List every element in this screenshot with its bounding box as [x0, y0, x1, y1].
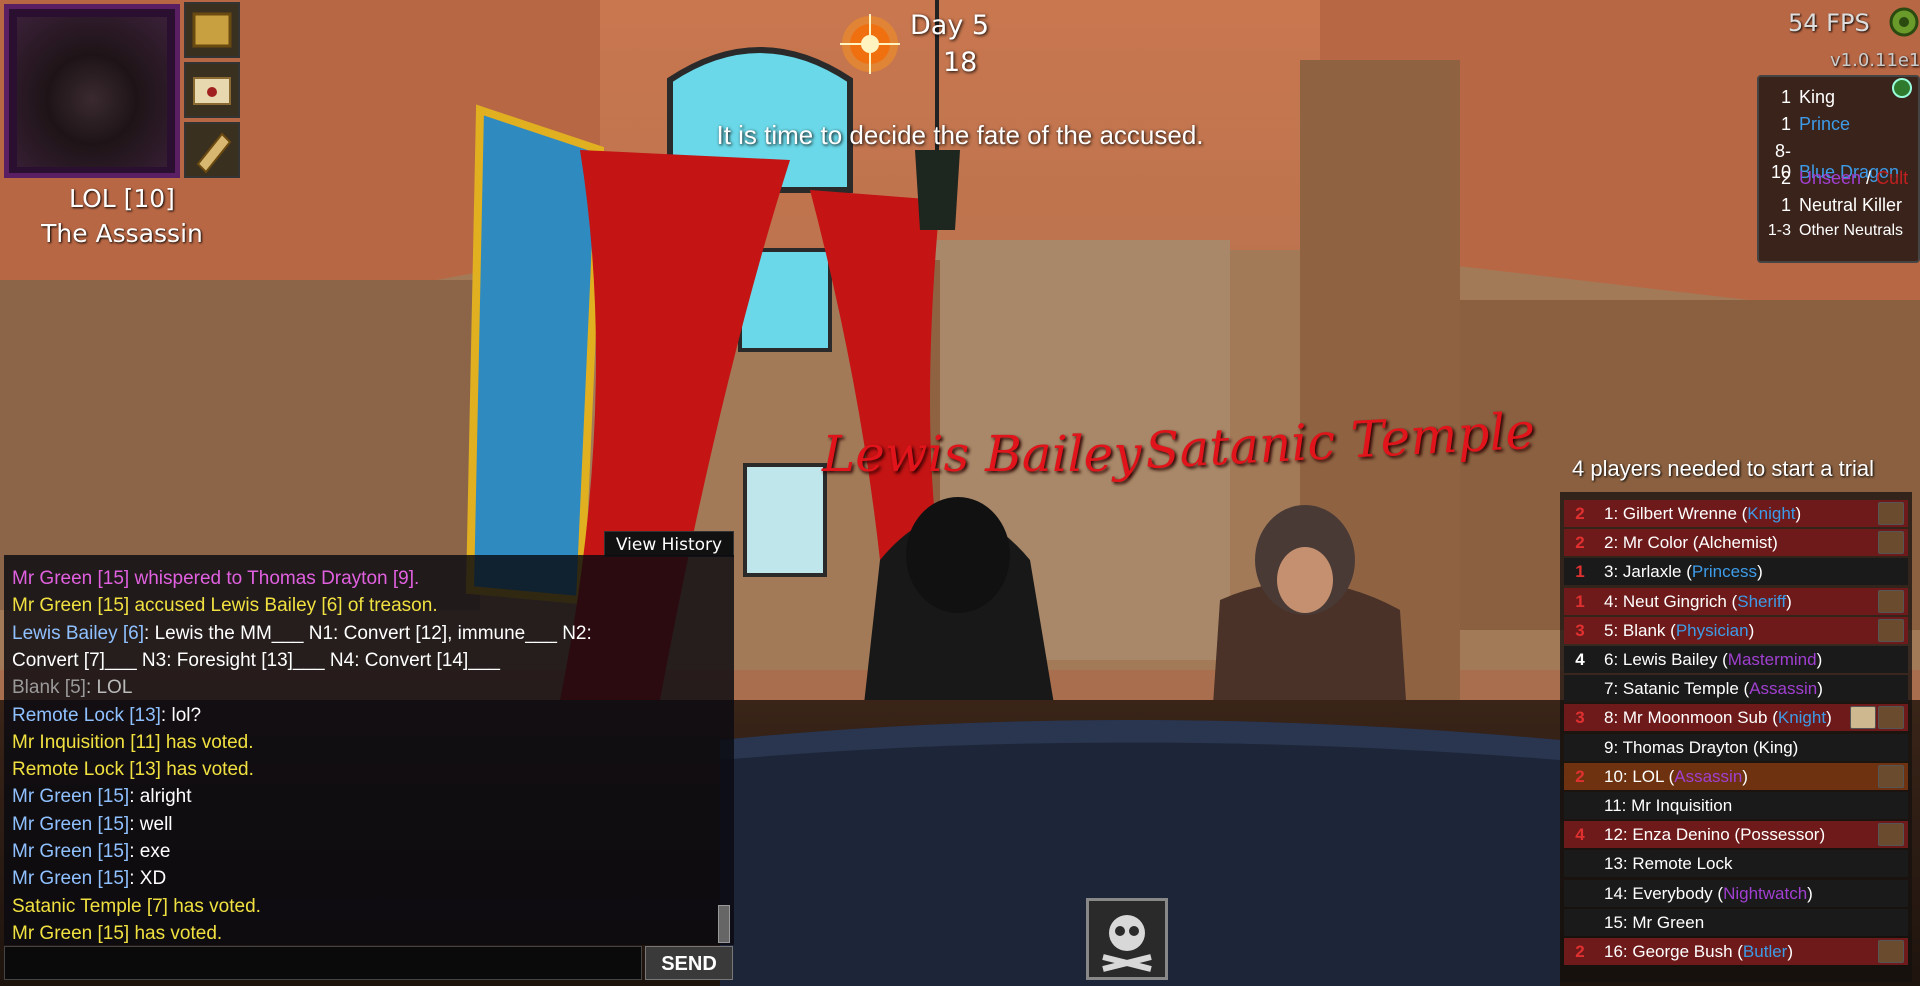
player-name: 2: Mr Color (Alchemist)	[1604, 533, 1778, 553]
chat-message: Blank [5]: LOL	[12, 677, 133, 699]
day-counter: Day 5	[910, 10, 990, 41]
role-list-panel: 1 King 1 Prince 8-10 Blue Dragon 2 Unseen / …	[1757, 75, 1920, 263]
journal-icon[interactable]	[184, 2, 240, 58]
chat-message: Mr Green [15] whispered to Thomas Drayto…	[12, 568, 420, 589]
player-name: 16: George Bush (Butler)	[1604, 942, 1794, 961]
fps-counter: 54 FPS	[1788, 9, 1870, 37]
player-row[interactable]: 2 2: Mr Color (Alchemist)	[1564, 529, 1908, 557]
player-row[interactable]: 3 5: Blank (Physician)	[1564, 616, 1908, 644]
close-icon[interactable]	[1892, 78, 1912, 98]
skull-crossbones-icon[interactable]	[1086, 898, 1168, 980]
player-row[interactable]: 13: Remote Lock	[1564, 850, 1908, 878]
vote-count: 2	[1575, 766, 1585, 786]
vote-count: 2	[1575, 942, 1585, 961]
vote-count: 1	[1575, 562, 1585, 582]
chat-message: Mr Green [15]: XD	[12, 868, 167, 890]
player-name: 15: Mr Green	[1604, 912, 1705, 932]
player-portrait	[4, 4, 180, 178]
scroll-icon[interactable]	[184, 122, 240, 178]
player-row[interactable]: 2 16: George Bush (Butler)	[1564, 938, 1908, 965]
player-name: 6: Lewis Bailey (Mastermind)	[1604, 650, 1823, 669]
chat-message: Mr Green [15]: exe	[12, 841, 171, 862]
chat-message: Mr Inquisition [11] has voted.	[12, 731, 254, 753]
player-row[interactable]: 9: Thomas Drayton (King)	[1564, 733, 1908, 761]
chat-message: Mr Green [15]: well	[12, 813, 173, 835]
player-row[interactable]: 15: Mr Green	[1564, 908, 1908, 936]
role-list-row: 2 Unseen / Cult	[1780, 168, 1909, 188]
player-name: 12: Enza Denino (Possessor)	[1604, 825, 1826, 845]
journal-icon[interactable]	[1878, 502, 1904, 525]
chat-message: Mr Green [15]: alright	[12, 786, 192, 808]
player-name: 5: Blank (Physician)	[1604, 620, 1755, 640]
player-role: The Assassin	[41, 219, 203, 248]
player-name: 8: Mr Moonmoon Sub (Knight)	[1604, 708, 1832, 728]
journal-icon[interactable]	[1878, 764, 1904, 788]
assassin-avatar	[17, 17, 167, 167]
journal-icon[interactable]	[1878, 531, 1904, 555]
player-name: LOL [10]	[69, 184, 175, 213]
player-row[interactable]: 2 10: LOL (Assassin)	[1564, 762, 1908, 790]
game-viewport: LOL [10] The Assassin Day 5 18 It is tim…	[0, 0, 1920, 986]
version-label: v1.0.11e1	[1830, 50, 1920, 71]
chat-message: Remote Lock [13] has voted.	[12, 759, 254, 781]
journal-icon[interactable]	[1878, 618, 1904, 642]
chat-message: Convert [7]___ N3: Foresight [13]___ N4:…	[12, 649, 500, 671]
vote-count: 4	[1575, 650, 1585, 669]
player-name: 4: Neut Gingrich (Sheriff)	[1604, 591, 1792, 611]
player-row[interactable]: 1 4: Neut Gingrich (Sheriff)	[1564, 587, 1908, 615]
player-name: 1: Gilbert Wrenne (Knight)	[1604, 504, 1802, 523]
player-name: 9: Thomas Drayton (King)	[1604, 737, 1799, 757]
trial-status: 4 players needed to start a trial	[1572, 456, 1875, 481]
vote-count: 3	[1575, 708, 1585, 728]
vote-count: 4	[1575, 825, 1585, 845]
player-name: 7: Satanic Temple (Assassin)	[1604, 679, 1823, 699]
chat-message: Mr Green [15] accused Lewis Bailey [6] o…	[12, 595, 438, 617]
role-list-row: 1 Neutral Killer	[1780, 195, 1903, 215]
player-row[interactable]: 1 3: Jarlaxle (Princess)	[1564, 558, 1908, 586]
player-row[interactable]: 7: Satanic Temple (Assassin)	[1564, 675, 1908, 703]
vote-count: 1	[1575, 591, 1585, 611]
chat-input[interactable]	[4, 946, 642, 980]
chat-message: Satanic Temple [7] has voted.	[12, 895, 261, 917]
player-name: 10: LOL (Assassin)	[1604, 766, 1748, 786]
journal-icon[interactable]	[1878, 940, 1904, 963]
role-list-row: 1 Prince	[1780, 114, 1851, 134]
journal-icon[interactable]	[1878, 823, 1904, 847]
player-row[interactable]: 4 6: Lewis Bailey (Mastermind)	[1564, 646, 1908, 673]
role-list-row: 1-3 Other Neutrals	[1767, 222, 1904, 239]
player-row[interactable]: 3 8: Mr Moonmoon Sub (Knight)	[1564, 704, 1908, 732]
chat-log: Mr Green [15] whispered to Thomas Drayto…	[4, 555, 734, 945]
letter-icon[interactable]	[184, 62, 240, 118]
chat-message: Lewis Bailey [6]: Lewis the MM___ N1: Co…	[12, 622, 592, 644]
view-history-button[interactable]: View History	[604, 531, 734, 557]
accused-name-label: Lewis Bailey	[822, 425, 1142, 483]
chat-message: Remote Lock [13]: lol?	[12, 704, 202, 726]
player-row[interactable]: 2 1: Gilbert Wrenne (Knight)	[1564, 500, 1908, 527]
chat-message: Mr Green [15] has voted.	[12, 922, 223, 944]
gear-icon[interactable]	[1888, 6, 1920, 38]
phase-announcement: It is time to decide the fate of the acc…	[716, 120, 1204, 150]
player-row[interactable]: 14: Everybody (Nightwatch)	[1564, 879, 1908, 907]
vote-count: 3	[1575, 620, 1585, 640]
player-name: 11: Mr Inquisition	[1604, 796, 1733, 815]
player-list: 2 1: Gilbert Wrenne (Knight) 2 2: Mr Color …	[1560, 492, 1912, 982]
player-name: 14: Everybody (Nightwatch)	[1604, 883, 1813, 903]
send-button[interactable]: SEND	[645, 946, 733, 980]
journal-icon[interactable]	[1878, 706, 1904, 730]
journal-icon[interactable]	[1878, 589, 1904, 613]
vote-count: 2	[1575, 533, 1585, 553]
player-name: 3: Jarlaxle (Princess)	[1604, 562, 1763, 582]
letter-icon[interactable]	[1850, 706, 1876, 730]
chat-scrollbar[interactable]	[718, 905, 730, 943]
player-row[interactable]: 4 12: Enza Denino (Possessor)	[1564, 821, 1908, 849]
player-row[interactable]: 11: Mr Inquisition	[1564, 792, 1908, 819]
vote-count: 2	[1575, 504, 1585, 523]
player-name: 13: Remote Lock	[1604, 854, 1733, 874]
sun-icon	[840, 14, 900, 74]
phase-timer: 18	[943, 47, 978, 78]
